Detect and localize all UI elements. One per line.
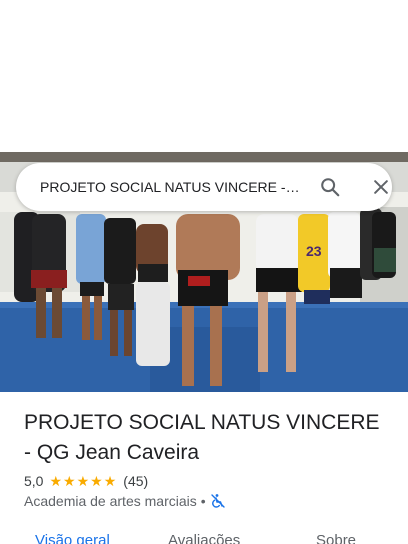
search-query-text[interactable]: PROJETO SOCIAL NATUS VINCERE - QG Jean C…	[40, 163, 302, 211]
search-icon[interactable]	[318, 175, 342, 199]
star-icon: ★	[90, 473, 103, 489]
tab-about[interactable]: Sobre	[316, 532, 356, 544]
review-count[interactable]: (45)	[123, 473, 148, 489]
star-icon: ★	[63, 473, 76, 489]
place-category: Academia de artes marciais	[24, 493, 197, 509]
rating-value: 5,0	[24, 473, 44, 489]
tab-overview[interactable]: Visão geral	[35, 532, 110, 544]
separator-dot: •	[200, 493, 206, 509]
star-icon: ★	[49, 473, 63, 489]
place-title: PROJETO SOCIAL NATUS VINCERE - QG Jean C…	[24, 411, 380, 464]
top-blank-area	[0, 0, 408, 152]
star-icon: ★	[76, 473, 90, 489]
category-row: Academia de artes marciais •	[24, 492, 226, 510]
tab-reviews[interactable]: Avaliações	[168, 532, 240, 544]
star-icon: ★	[103, 473, 117, 489]
svg-text:23: 23	[306, 243, 322, 259]
no-wheelchair-access-icon	[210, 493, 226, 509]
close-icon[interactable]	[369, 175, 393, 199]
search-bar[interactable]: PROJETO SOCIAL NATUS VINCERE - QG Jean C…	[16, 163, 392, 211]
star-rating: ★ ★ ★ ★ ★	[49, 474, 117, 488]
place-tabs: Visão geral Avaliações Sobre	[0, 528, 408, 544]
rating-row[interactable]: 5,0 ★ ★ ★ ★ ★ (45)	[24, 472, 148, 490]
